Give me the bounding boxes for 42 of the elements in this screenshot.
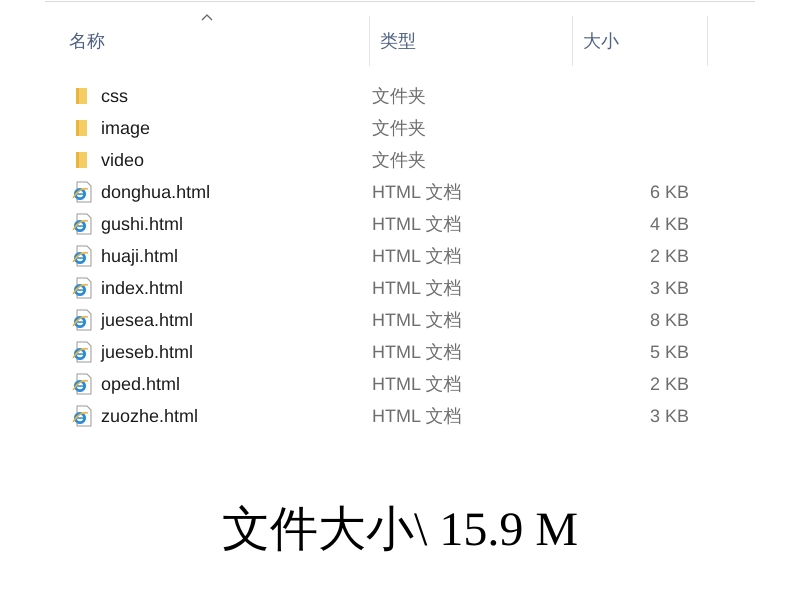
file-size: 5 KB — [648, 340, 689, 364]
file-name[interactable]: donghua.html — [101, 178, 372, 206]
html-file-icon — [71, 405, 93, 427]
html-file-icon — [71, 309, 93, 331]
html-file-icon — [71, 181, 93, 203]
file-type: HTML 文档 — [372, 212, 462, 236]
file-size: 3 KB — [648, 276, 689, 300]
file-name[interactable]: video — [101, 146, 372, 174]
file-size: 2 KB — [648, 244, 689, 268]
file-type: HTML 文档 — [372, 308, 462, 332]
file-type: HTML 文档 — [372, 180, 462, 204]
html-file-icon — [71, 373, 93, 395]
caption: 文件大小\ 15.9 M — [220, 502, 579, 558]
file-type: HTML 文档 — [372, 340, 462, 364]
file-type: 文件夹 — [372, 148, 427, 172]
column-header[interactable]: 名称 — [45, 16, 370, 66]
file-size: 8 KB — [648, 308, 689, 332]
file-name[interactable]: gushi.html — [101, 210, 372, 238]
file-name[interactable]: jueseb.html — [101, 338, 372, 366]
column-header[interactable]: 大小 — [573, 16, 708, 66]
file-name[interactable]: huaji.html — [101, 242, 372, 270]
html-file-icon — [71, 341, 93, 363]
file-name[interactable]: css — [101, 82, 372, 110]
file-size: 3 KB — [648, 404, 689, 428]
file-name[interactable]: oped.html — [101, 370, 372, 398]
html-file-icon — [71, 213, 93, 235]
file-type: HTML 文档 — [372, 404, 462, 428]
file-type: 文件夹 — [372, 84, 427, 108]
file-name[interactable]: image — [101, 114, 372, 142]
file-type: HTML 文档 — [372, 372, 462, 396]
file-size: 6 KB — [648, 180, 689, 204]
file-size: 2 KB — [648, 372, 689, 396]
html-file-icon — [71, 245, 93, 267]
column-header[interactable]: 类型 — [370, 16, 573, 66]
file-type: 文件夹 — [372, 116, 427, 140]
file-size: 4 KB — [648, 212, 689, 236]
file-name[interactable]: juesea.html — [101, 306, 372, 334]
file-name[interactable]: zuozhe.html — [101, 402, 372, 430]
file-type: HTML 文档 — [372, 244, 462, 268]
html-file-icon — [71, 277, 93, 299]
file-name[interactable]: index.html — [101, 274, 372, 302]
file-type: HTML 文档 — [372, 276, 462, 300]
